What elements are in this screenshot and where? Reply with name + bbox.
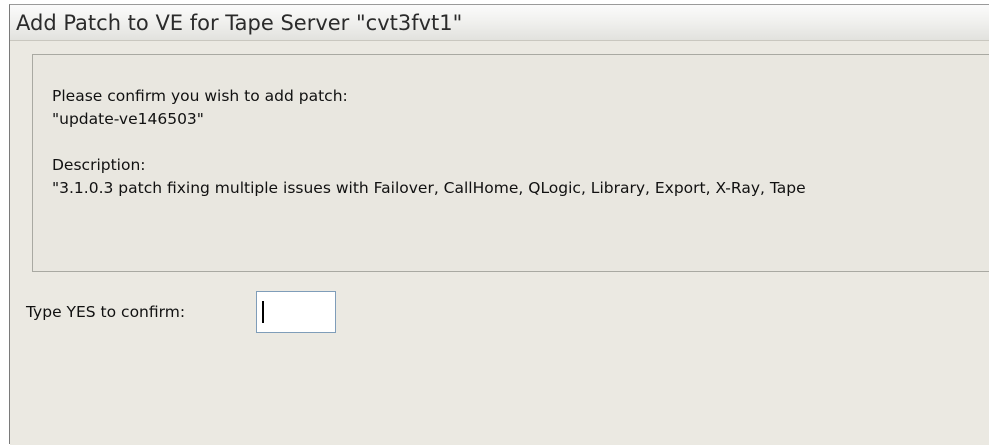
confirm-label: Type YES to confirm: [26, 303, 186, 321]
add-patch-dialog: Add Patch to VE for Tape Server "cvt3fvt… [9, 4, 989, 445]
dialog-title-bar[interactable]: Add Patch to VE for Tape Server "cvt3fvt… [10, 5, 989, 41]
confirm-yes-input[interactable] [256, 291, 336, 333]
description-label: Description: [52, 156, 146, 174]
confirm-prompt-text: Please confirm you wish to add patch: [52, 87, 348, 105]
patch-name-text: "update-ve146503" [52, 110, 204, 128]
confirmation-message-panel: Please confirm you wish to add patch: "u… [32, 54, 989, 272]
text-caret [262, 301, 264, 323]
dialog-content: Please confirm you wish to add patch: "u… [10, 41, 989, 445]
dialog-title: Add Patch to VE for Tape Server "cvt3fvt… [16, 11, 463, 35]
description-text: "3.1.0.3 patch fixing multiple issues wi… [52, 179, 806, 197]
